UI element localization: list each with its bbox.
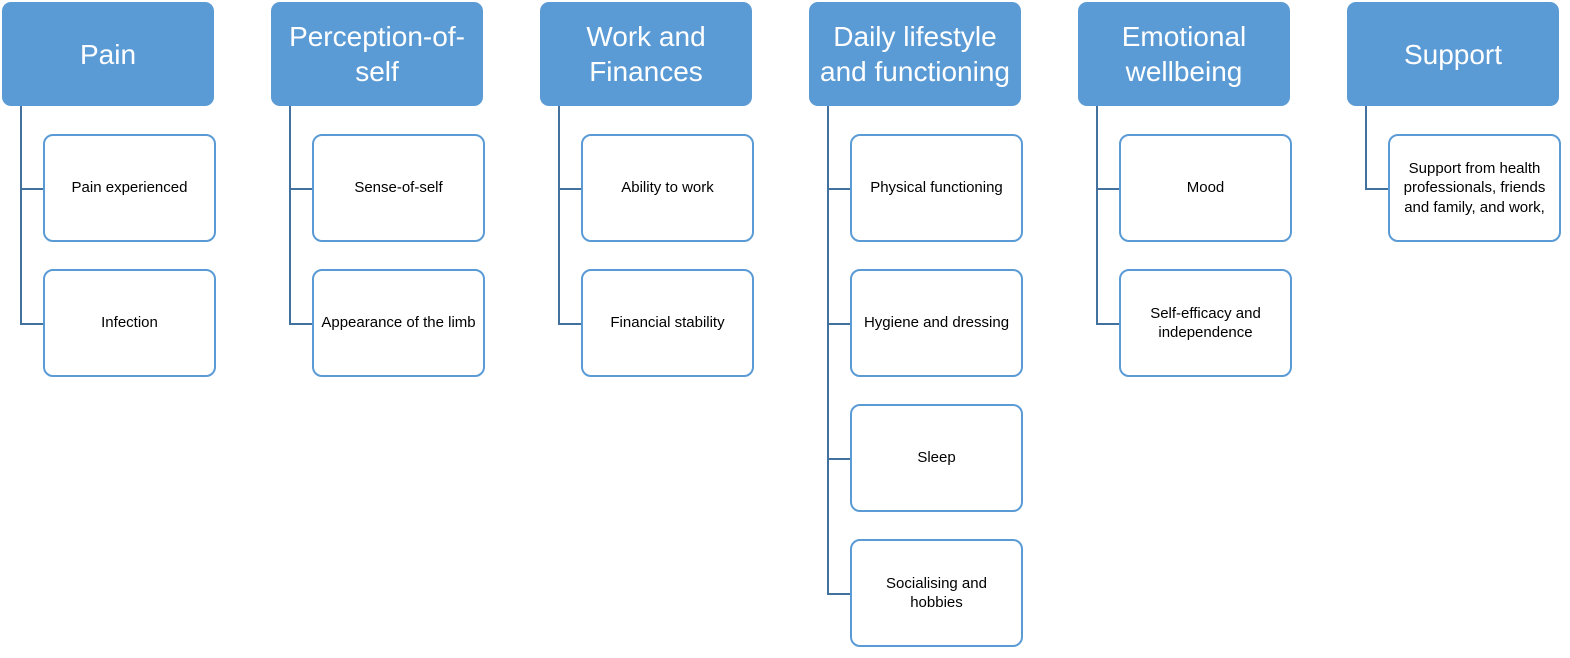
subtheme-box: Mood bbox=[1119, 134, 1292, 242]
subtheme-box: Sense-of-self bbox=[312, 134, 485, 242]
subtheme-box: Hygiene and dressing bbox=[850, 269, 1023, 377]
connector-line bbox=[558, 106, 560, 324]
category-column: Perception-of-self Sense-of-self Appearanc… bbox=[269, 0, 489, 658]
connector-branch bbox=[1365, 188, 1388, 190]
subtheme-box: Sleep bbox=[850, 404, 1023, 512]
category-header: Emotional wellbeing bbox=[1078, 2, 1290, 106]
category-header: Perception-of-self bbox=[271, 2, 483, 106]
connector-line bbox=[1096, 106, 1098, 324]
connector-branch bbox=[1096, 188, 1119, 190]
subtheme-box: Financial stability bbox=[581, 269, 754, 377]
category-header: Support bbox=[1347, 2, 1559, 106]
category-column: Emotional wellbeing Mood Self-efficacy and… bbox=[1076, 0, 1296, 658]
category-header: Pain bbox=[2, 2, 214, 106]
subtheme-box: Pain experienced bbox=[43, 134, 216, 242]
subtheme-box: Ability to work bbox=[581, 134, 754, 242]
connector-branch bbox=[20, 323, 43, 325]
subtheme-box: Infection bbox=[43, 269, 216, 377]
connector-branch bbox=[289, 188, 312, 190]
connector-line bbox=[827, 106, 829, 594]
subtheme-box: Physical functioning bbox=[850, 134, 1023, 242]
connector-branch bbox=[20, 188, 43, 190]
connector-branch bbox=[827, 593, 850, 595]
subtheme-box: Self-efficacy and independence bbox=[1119, 269, 1292, 377]
connector-branch bbox=[827, 323, 850, 325]
connector-line bbox=[289, 106, 291, 324]
category-column: Pain Pain experienced Infection bbox=[0, 0, 220, 658]
connector-branch bbox=[1096, 323, 1119, 325]
connector-branch bbox=[558, 188, 581, 190]
connector-branch bbox=[827, 188, 850, 190]
category-column: Daily lifestyle and functioning Physical … bbox=[807, 0, 1027, 658]
subtheme-box: Socialising and hobbies bbox=[850, 539, 1023, 647]
connector-branch bbox=[558, 323, 581, 325]
category-header: Work and Finances bbox=[540, 2, 752, 106]
connector-line bbox=[20, 106, 22, 324]
connector-branch bbox=[289, 323, 312, 325]
subtheme-box: Appearance of the limb bbox=[312, 269, 485, 377]
connector-branch bbox=[827, 458, 850, 460]
category-column: Support Support from health professionals… bbox=[1345, 0, 1565, 658]
subtheme-box: Support from health professionals, frien… bbox=[1388, 134, 1561, 242]
category-column: Work and Finances Ability to work Financia… bbox=[538, 0, 758, 658]
category-header: Daily lifestyle and functioning bbox=[809, 2, 1021, 106]
connector-line bbox=[1365, 106, 1367, 189]
